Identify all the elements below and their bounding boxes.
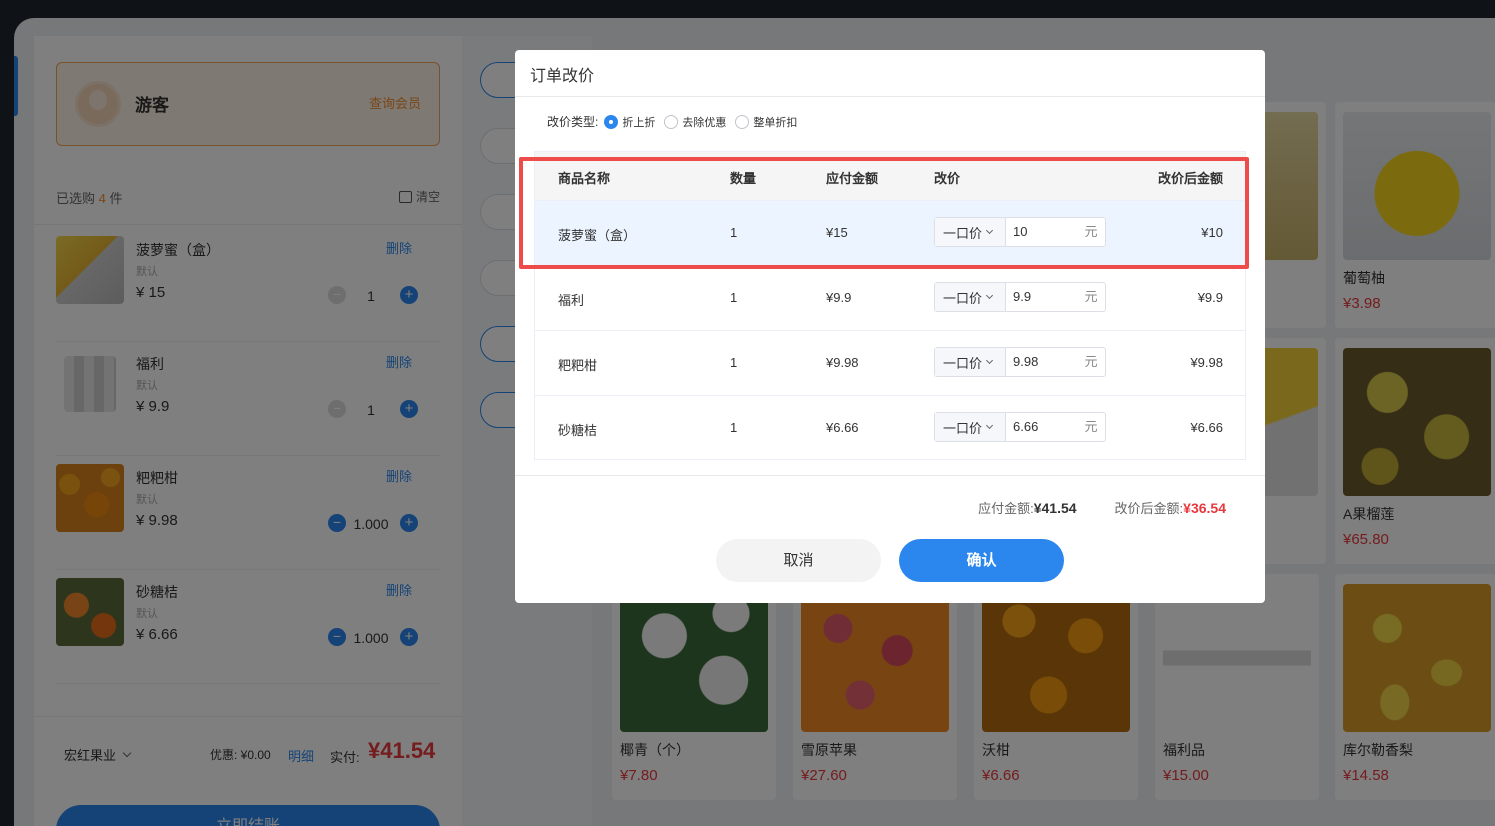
radio-label: 去除优惠: [682, 116, 727, 129]
annotation-highlight-box: [519, 157, 1249, 269]
radio-unchecked-icon: [735, 114, 750, 129]
row-after: ¥9.98: [1190, 355, 1223, 370]
cancel-button[interactable]: 取消: [716, 539, 881, 582]
chevron-down-icon: [985, 291, 994, 300]
row-after: ¥6.66: [1190, 420, 1223, 435]
table-row: 粑粑柑 1 ¥9.98 一口价 9.98 元 ¥9.98: [535, 330, 1245, 395]
chevron-down-icon: [985, 356, 994, 365]
reprice-type-label: 改价类型:: [547, 115, 599, 129]
price-mode-value: 一口价: [943, 420, 983, 436]
table-row: 砂糖桔 1 ¥6.66 一口价 6.66 元 ¥6.66: [535, 395, 1245, 460]
due-summary: 应付金额:¥41.54: [978, 498, 1076, 517]
price-input[interactable]: 9.98: [1006, 348, 1077, 376]
row-due: ¥9.9: [826, 290, 852, 305]
price-input[interactable]: 6.66: [1006, 413, 1077, 441]
row-name: 粑粑柑: [558, 358, 598, 373]
radio-checked-icon: [604, 114, 619, 129]
row-name: 福利: [558, 293, 585, 308]
price-mode-select[interactable]: 一口价: [935, 348, 1006, 376]
price-unit: 元: [1084, 289, 1098, 304]
after-total: ¥36.54: [1183, 500, 1226, 516]
order-reprice-dialog: 订单改价 改价类型: 折上折 去除优惠 整单折扣 商品名称 数量 应付金额 改价…: [515, 50, 1265, 603]
row-qty: 1: [730, 420, 738, 435]
row-due: ¥6.66: [826, 420, 859, 435]
chevron-down-icon: [985, 421, 994, 430]
reprice-type-group: 改价类型: 折上折 去除优惠 整单折扣: [547, 113, 806, 130]
row-after: ¥9.9: [1197, 290, 1223, 305]
divider: [515, 96, 1265, 97]
dialog-title: 订单改价: [530, 68, 595, 85]
price-mode-select[interactable]: 一口价: [935, 283, 1006, 311]
radio-whole-order-discount[interactable]: 整单折扣: [735, 114, 797, 130]
price-input-group: 一口价 9.98 元: [934, 347, 1106, 377]
row-due: ¥9.98: [826, 355, 859, 370]
summary-row: 应付金额:¥41.54 改价后金额:¥36.54: [978, 498, 1226, 517]
divider: [515, 475, 1265, 476]
radio-discount-on-discount[interactable]: 折上折: [604, 114, 655, 130]
price-input[interactable]: 9.9: [1006, 283, 1077, 311]
table-row: 福利 1 ¥9.9 一口价 9.9 元 ¥9.9: [535, 265, 1245, 330]
after-summary: 改价后金额:¥36.54: [1115, 498, 1226, 517]
price-mode-value: 一口价: [943, 355, 983, 371]
row-qty: 1: [730, 355, 738, 370]
confirm-button[interactable]: 确认: [899, 539, 1064, 582]
due-label: 应付金额:: [978, 501, 1034, 516]
price-mode-value: 一口价: [943, 290, 983, 306]
radio-remove-discount[interactable]: 去除优惠: [664, 114, 726, 130]
due-total: ¥41.54: [1033, 500, 1077, 516]
row-qty: 1: [730, 290, 738, 305]
radio-label: 折上折: [622, 116, 656, 129]
price-unit: 元: [1084, 419, 1098, 434]
price-mode-select[interactable]: 一口价: [935, 413, 1006, 441]
radio-label: 整单折扣: [753, 116, 798, 129]
price-input-group: 一口价 9.9 元: [934, 282, 1106, 312]
after-label: 改价后金额:: [1114, 501, 1184, 516]
radio-unchecked-icon: [664, 114, 679, 129]
price-input-group: 一口价 6.66 元: [934, 412, 1106, 442]
price-unit: 元: [1084, 354, 1098, 369]
row-name: 砂糖桔: [558, 423, 598, 438]
